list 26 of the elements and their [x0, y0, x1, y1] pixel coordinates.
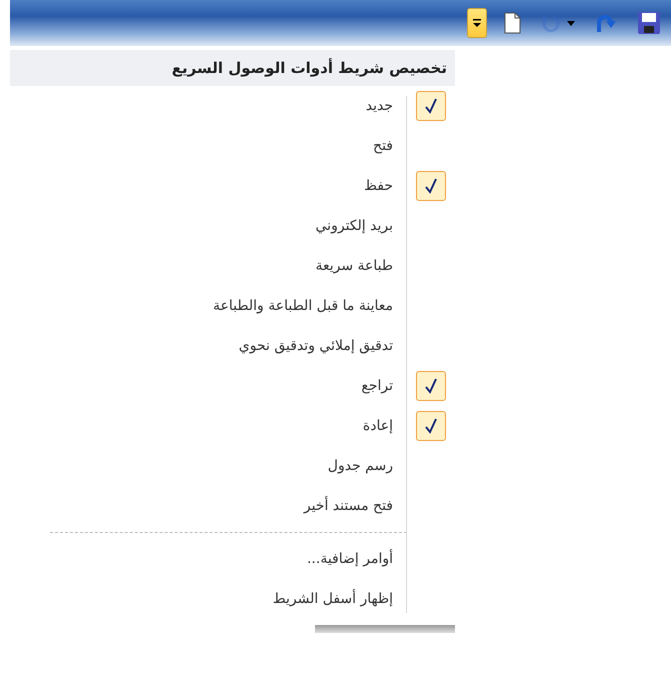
check-icon	[425, 98, 437, 114]
checkbox[interactable]	[416, 411, 446, 441]
menu-title: تخصيص شريط أدوات الوصول السريع	[10, 50, 455, 86]
menu-item[interactable]: بريد إلكتروني	[316, 218, 407, 234]
menu-item[interactable]: إظهار أسفل الشريط	[272, 591, 407, 607]
menu-item[interactable]: تراجع	[361, 378, 407, 394]
menu-item[interactable]: أوامر إضافية...	[306, 551, 407, 567]
document-icon	[503, 12, 521, 34]
menu-item[interactable]: جديد	[366, 98, 407, 114]
menu-item[interactable]: معاينة ما قبل الطباعة والطباعة	[213, 298, 407, 314]
dropdown-arrow-icon	[471, 16, 483, 30]
menu-item[interactable]: طباعة سريعة	[315, 258, 407, 274]
checkbox[interactable]	[416, 371, 446, 401]
check-icon	[425, 378, 437, 394]
check-icon	[425, 418, 437, 434]
menu-item[interactable]: حفظ	[364, 178, 407, 194]
menu-item[interactable]: فتح	[373, 138, 407, 154]
checkbox[interactable]	[416, 171, 446, 201]
menu-item[interactable]: إعادة	[362, 418, 407, 434]
redo-arrow-icon	[595, 12, 619, 34]
menu-item[interactable]: تدقيق إملائي وتدقيق نحوي	[238, 338, 407, 354]
check-icon	[425, 178, 437, 194]
menu-item[interactable]: فتح مستند أخير	[304, 498, 407, 514]
toolbar-button[interactable]	[467, 8, 487, 38]
checkbox[interactable]	[416, 91, 446, 121]
menu-item[interactable]: رسم جدول	[328, 458, 407, 474]
